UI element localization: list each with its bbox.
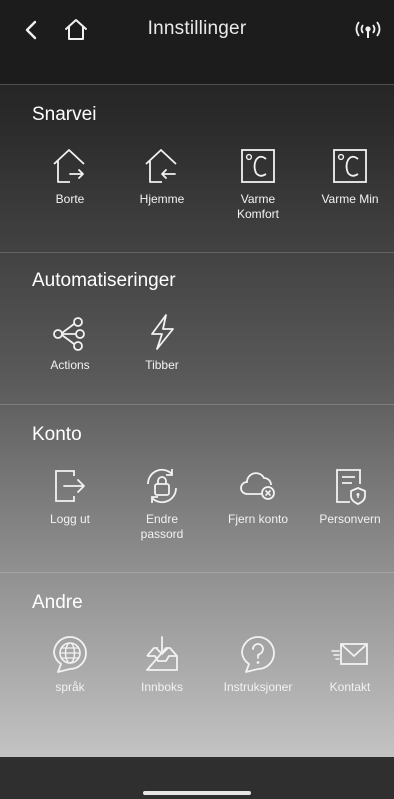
share-nodes-icon	[53, 317, 85, 351]
account-remove[interactable]: Fjern konto	[210, 466, 306, 527]
section-title-andre: Andre	[32, 592, 83, 613]
account-label: Endre passord	[140, 512, 184, 541]
page-title: Innstillinger	[147, 18, 247, 39]
section-title-snarvei: Snarvei	[32, 104, 97, 125]
inbox-icon	[146, 636, 178, 671]
other-label: Innboks	[140, 680, 184, 694]
other-instructions[interactable]: Instruksjoner	[210, 634, 306, 695]
lightning-icon	[151, 314, 174, 350]
account-change-password[interactable]: Endre passord	[114, 466, 210, 542]
account-label: Logg ut	[49, 512, 91, 526]
section-title-automatiseringer: Automatiseringer	[32, 270, 176, 291]
home-indicator[interactable]	[143, 791, 251, 795]
shortcut-label: Borte	[55, 192, 85, 206]
divider	[0, 84, 394, 85]
other-label: språk	[55, 680, 85, 694]
home-arrive-icon	[145, 149, 177, 183]
account-label: Personvern	[319, 512, 381, 526]
divider	[0, 404, 394, 405]
envelope-send-icon	[331, 643, 368, 665]
help-bubble-icon	[241, 636, 275, 673]
other-contact[interactable]: Kontakt	[302, 634, 394, 695]
shortcut-hjemme[interactable]: Hjemme	[114, 146, 210, 207]
account-privacy[interactable]: Personvern	[302, 466, 394, 527]
signal-button[interactable]	[350, 12, 386, 48]
home-leave-icon	[53, 149, 85, 183]
divider	[0, 572, 394, 573]
logout-icon	[55, 470, 85, 502]
shortcut-label: Hjemme	[139, 192, 185, 206]
other-label: Instruksjoner	[223, 680, 293, 694]
shortcut-borte[interactable]: Borte	[22, 146, 118, 207]
section-title-konto: Konto	[32, 424, 82, 445]
celsius-icon	[333, 149, 367, 183]
broadcast-signal-icon	[355, 21, 381, 38]
automation-label: Actions	[50, 358, 90, 372]
automation-actions[interactable]: Actions	[22, 312, 118, 373]
shortcut-varme-min[interactable]: Varme Min	[302, 146, 394, 207]
globe-icon	[53, 636, 87, 673]
cloud-remove-icon	[240, 472, 275, 500]
automation-label: Tibber	[145, 358, 179, 372]
shortcut-label: Varme Min	[321, 192, 379, 206]
other-inbox[interactable]: Innboks	[114, 634, 210, 695]
account-label: Fjern konto	[227, 512, 289, 526]
lock-refresh-icon	[147, 468, 177, 504]
celsius-icon	[241, 149, 275, 183]
automation-tibber[interactable]: Tibber	[114, 312, 210, 373]
other-language[interactable]: språk	[22, 634, 118, 695]
privacy-document-icon	[336, 469, 366, 505]
other-label: Kontakt	[329, 680, 371, 694]
shortcut-varme-komfort[interactable]: Varme Komfort	[210, 146, 306, 222]
divider	[0, 252, 394, 253]
account-logout[interactable]: Logg ut	[22, 466, 118, 527]
shortcut-label: Varme Komfort	[236, 192, 279, 221]
